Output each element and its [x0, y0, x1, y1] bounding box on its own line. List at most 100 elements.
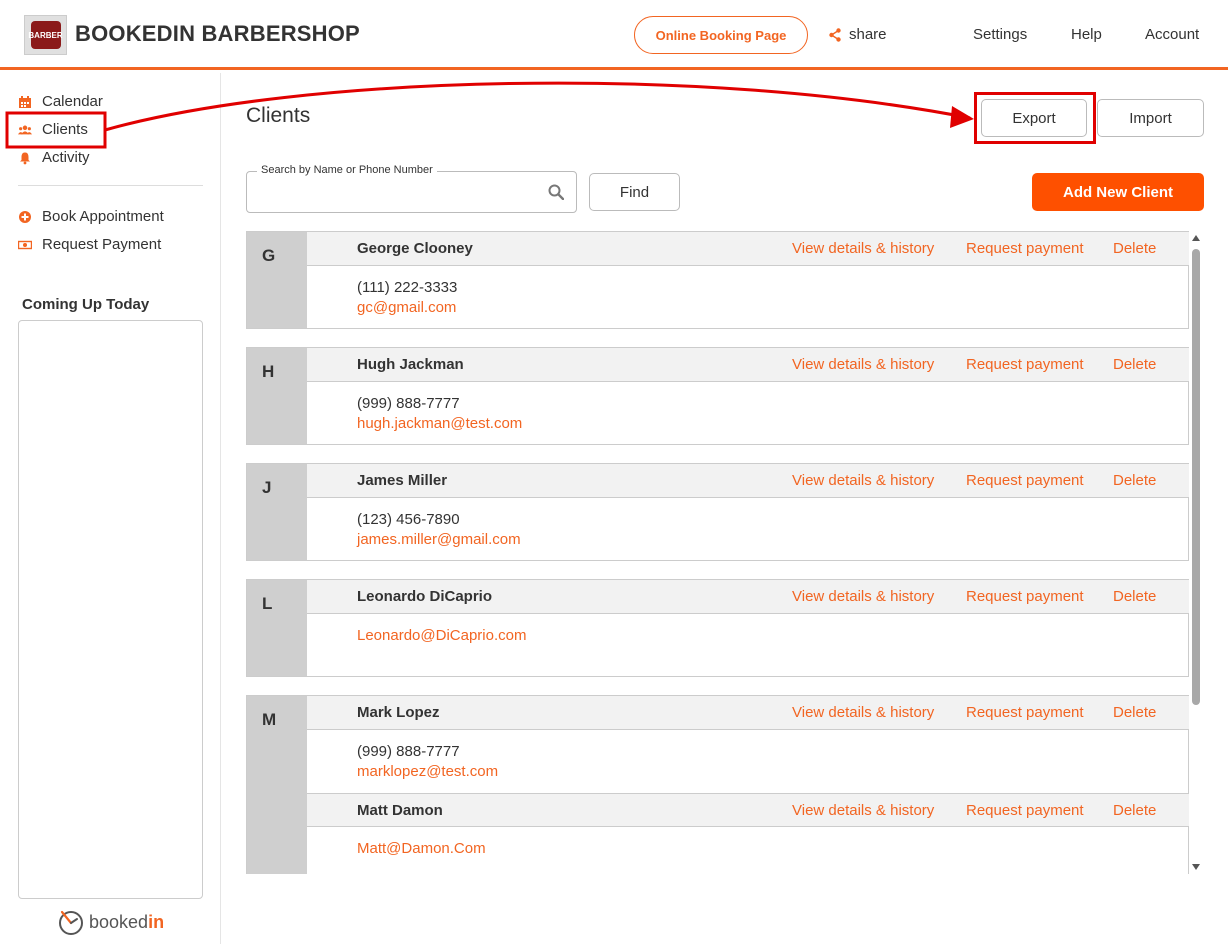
- search-label: Search by Name or Phone Number: [257, 164, 437, 176]
- request-payment-link[interactable]: Request payment: [966, 588, 1084, 605]
- letter-column: G: [247, 232, 307, 328]
- sidebar-item-activity[interactable]: Activity: [18, 149, 90, 166]
- bookedin-logo[interactable]: bookedin: [57, 908, 164, 936]
- delete-link[interactable]: Delete: [1113, 472, 1156, 489]
- client-group-g: G George Clooney View details & history …: [246, 231, 1189, 329]
- client-email[interactable]: Matt@Damon.Com: [357, 840, 486, 857]
- view-details-link[interactable]: View details & history: [792, 356, 934, 373]
- client-row: George Clooney View details & history Re…: [307, 232, 1189, 266]
- page-title: Clients: [246, 104, 311, 127]
- nav-settings[interactable]: Settings: [973, 26, 1027, 43]
- share-label: share: [849, 26, 887, 43]
- sidebar-item-label: Activity: [42, 149, 90, 166]
- client-group-m: M Mark Lopez View details & history Requ…: [246, 695, 1189, 874]
- client-phone: (111) 222-3333: [357, 279, 458, 296]
- online-booking-page-button[interactable]: Online Booking Page: [634, 16, 808, 54]
- sidebar-divider: [18, 185, 203, 186]
- calendar-icon: [19, 95, 31, 108]
- sidebar-item-label: Clients: [42, 121, 88, 138]
- request-payment-link[interactable]: Request payment: [966, 240, 1084, 257]
- sidebar-action-book-appointment[interactable]: Book Appointment: [18, 208, 164, 225]
- shop-name: BOOKEDIN BARBERSHOP: [75, 21, 360, 46]
- add-new-client-button[interactable]: Add New Client: [1032, 173, 1204, 211]
- client-phone: (999) 888-7777: [357, 743, 460, 760]
- client-details: (999) 888-7777 marklopez@test.com: [307, 730, 1189, 793]
- money-icon: [18, 240, 32, 249]
- coming-up-panel: [18, 320, 203, 899]
- client-email[interactable]: gc@gmail.com: [357, 299, 456, 316]
- client-name: George Clooney: [357, 240, 473, 257]
- export-highlight-frame: [974, 92, 1096, 144]
- client-details: Leonardo@DiCaprio.com: [307, 614, 1189, 677]
- view-details-link[interactable]: View details & history: [792, 240, 934, 257]
- bookedin-clock-icon: [59, 910, 83, 935]
- delete-link[interactable]: Delete: [1113, 588, 1156, 605]
- client-phone: (123) 456-7890: [357, 511, 460, 528]
- delete-link[interactable]: Delete: [1113, 802, 1156, 819]
- delete-link[interactable]: Delete: [1113, 356, 1156, 373]
- coming-up-title: Coming Up Today: [22, 296, 150, 313]
- view-details-link[interactable]: View details & history: [792, 588, 934, 605]
- scroll-thumb[interactable]: [1192, 249, 1200, 705]
- client-list-scrollbar[interactable]: [1189, 231, 1203, 874]
- sidebar: Calendar Clients Activity Book Appointme…: [0, 73, 221, 944]
- sidebar-action-request-payment[interactable]: Request Payment: [18, 236, 161, 253]
- view-details-link[interactable]: View details & history: [792, 802, 934, 819]
- group-letter: H: [262, 362, 275, 381]
- client-row: James Miller View details & history Requ…: [307, 464, 1189, 498]
- bookedin-logo-prefix: booked: [89, 911, 149, 932]
- client-name: Hugh Jackman: [357, 356, 464, 373]
- group-letter: G: [262, 246, 276, 265]
- client-group-j: J James Miller View details & history Re…: [246, 463, 1189, 561]
- users-icon: [18, 125, 32, 134]
- client-details: (999) 888-7777 hugh.jackman@test.com: [307, 382, 1189, 445]
- find-button[interactable]: Find: [589, 173, 680, 211]
- sidebar-item-calendar[interactable]: Calendar: [18, 93, 103, 110]
- client-details: (111) 222-3333 gc@gmail.com: [307, 266, 1189, 329]
- client-details: Matt@Damon.Com: [307, 827, 1189, 874]
- sidebar-action-label: Book Appointment: [42, 208, 164, 225]
- letter-column: L: [247, 580, 307, 676]
- search-input[interactable]: [257, 182, 537, 204]
- barber-logo-icon: BARBER: [28, 21, 63, 49]
- share-icon: [829, 27, 841, 42]
- client-name: Mark Lopez: [357, 704, 440, 721]
- shop-logo[interactable]: BARBER: [24, 15, 67, 55]
- view-details-link[interactable]: View details & history: [792, 704, 934, 721]
- client-list: G George Clooney View details & history …: [246, 231, 1189, 874]
- delete-link[interactable]: Delete: [1113, 704, 1156, 721]
- scroll-down-arrow-icon[interactable]: [1192, 864, 1200, 870]
- bookedin-logo-suffix: in: [148, 911, 165, 932]
- client-phone: (999) 888-7777: [357, 395, 460, 412]
- sidebar-item-clients[interactable]: Clients: [18, 121, 88, 138]
- client-email[interactable]: hugh.jackman@test.com: [357, 415, 522, 432]
- plus-circle-icon: [19, 210, 31, 223]
- delete-link[interactable]: Delete: [1113, 240, 1156, 257]
- request-payment-link[interactable]: Request payment: [966, 704, 1084, 721]
- client-email[interactable]: Leonardo@DiCaprio.com: [357, 627, 526, 644]
- sidebar-item-label: Calendar: [42, 93, 103, 110]
- request-payment-link[interactable]: Request payment: [966, 356, 1084, 373]
- request-payment-link[interactable]: Request payment: [966, 802, 1084, 819]
- view-details-link[interactable]: View details & history: [792, 472, 934, 489]
- nav-help[interactable]: Help: [1071, 26, 1102, 43]
- client-group-l: L Leonardo DiCaprio View details & histo…: [246, 579, 1189, 677]
- annotation-arrowhead: [950, 106, 974, 128]
- search-field[interactable]: Search by Name or Phone Number: [246, 164, 577, 213]
- annotation-arrow: [104, 81, 971, 132]
- group-letter: J: [262, 478, 272, 497]
- client-details: (123) 456-7890 james.miller@gmail.com: [307, 498, 1189, 561]
- search-icon[interactable]: [548, 184, 564, 200]
- import-button[interactable]: Import: [1097, 99, 1204, 137]
- top-header: BARBER BOOKEDIN BARBERSHOP Online Bookin…: [0, 0, 1228, 70]
- letter-column: H: [247, 348, 307, 444]
- client-email[interactable]: james.miller@gmail.com: [357, 531, 521, 548]
- request-payment-link[interactable]: Request payment: [966, 472, 1084, 489]
- share-button[interactable]: share: [829, 26, 887, 43]
- scroll-up-arrow-icon[interactable]: [1192, 235, 1200, 241]
- nav-account[interactable]: Account: [1145, 26, 1199, 43]
- client-name: Matt Damon: [357, 802, 443, 819]
- letter-column: J: [247, 464, 307, 560]
- client-email[interactable]: marklopez@test.com: [357, 763, 498, 780]
- group-letter: M: [262, 710, 277, 729]
